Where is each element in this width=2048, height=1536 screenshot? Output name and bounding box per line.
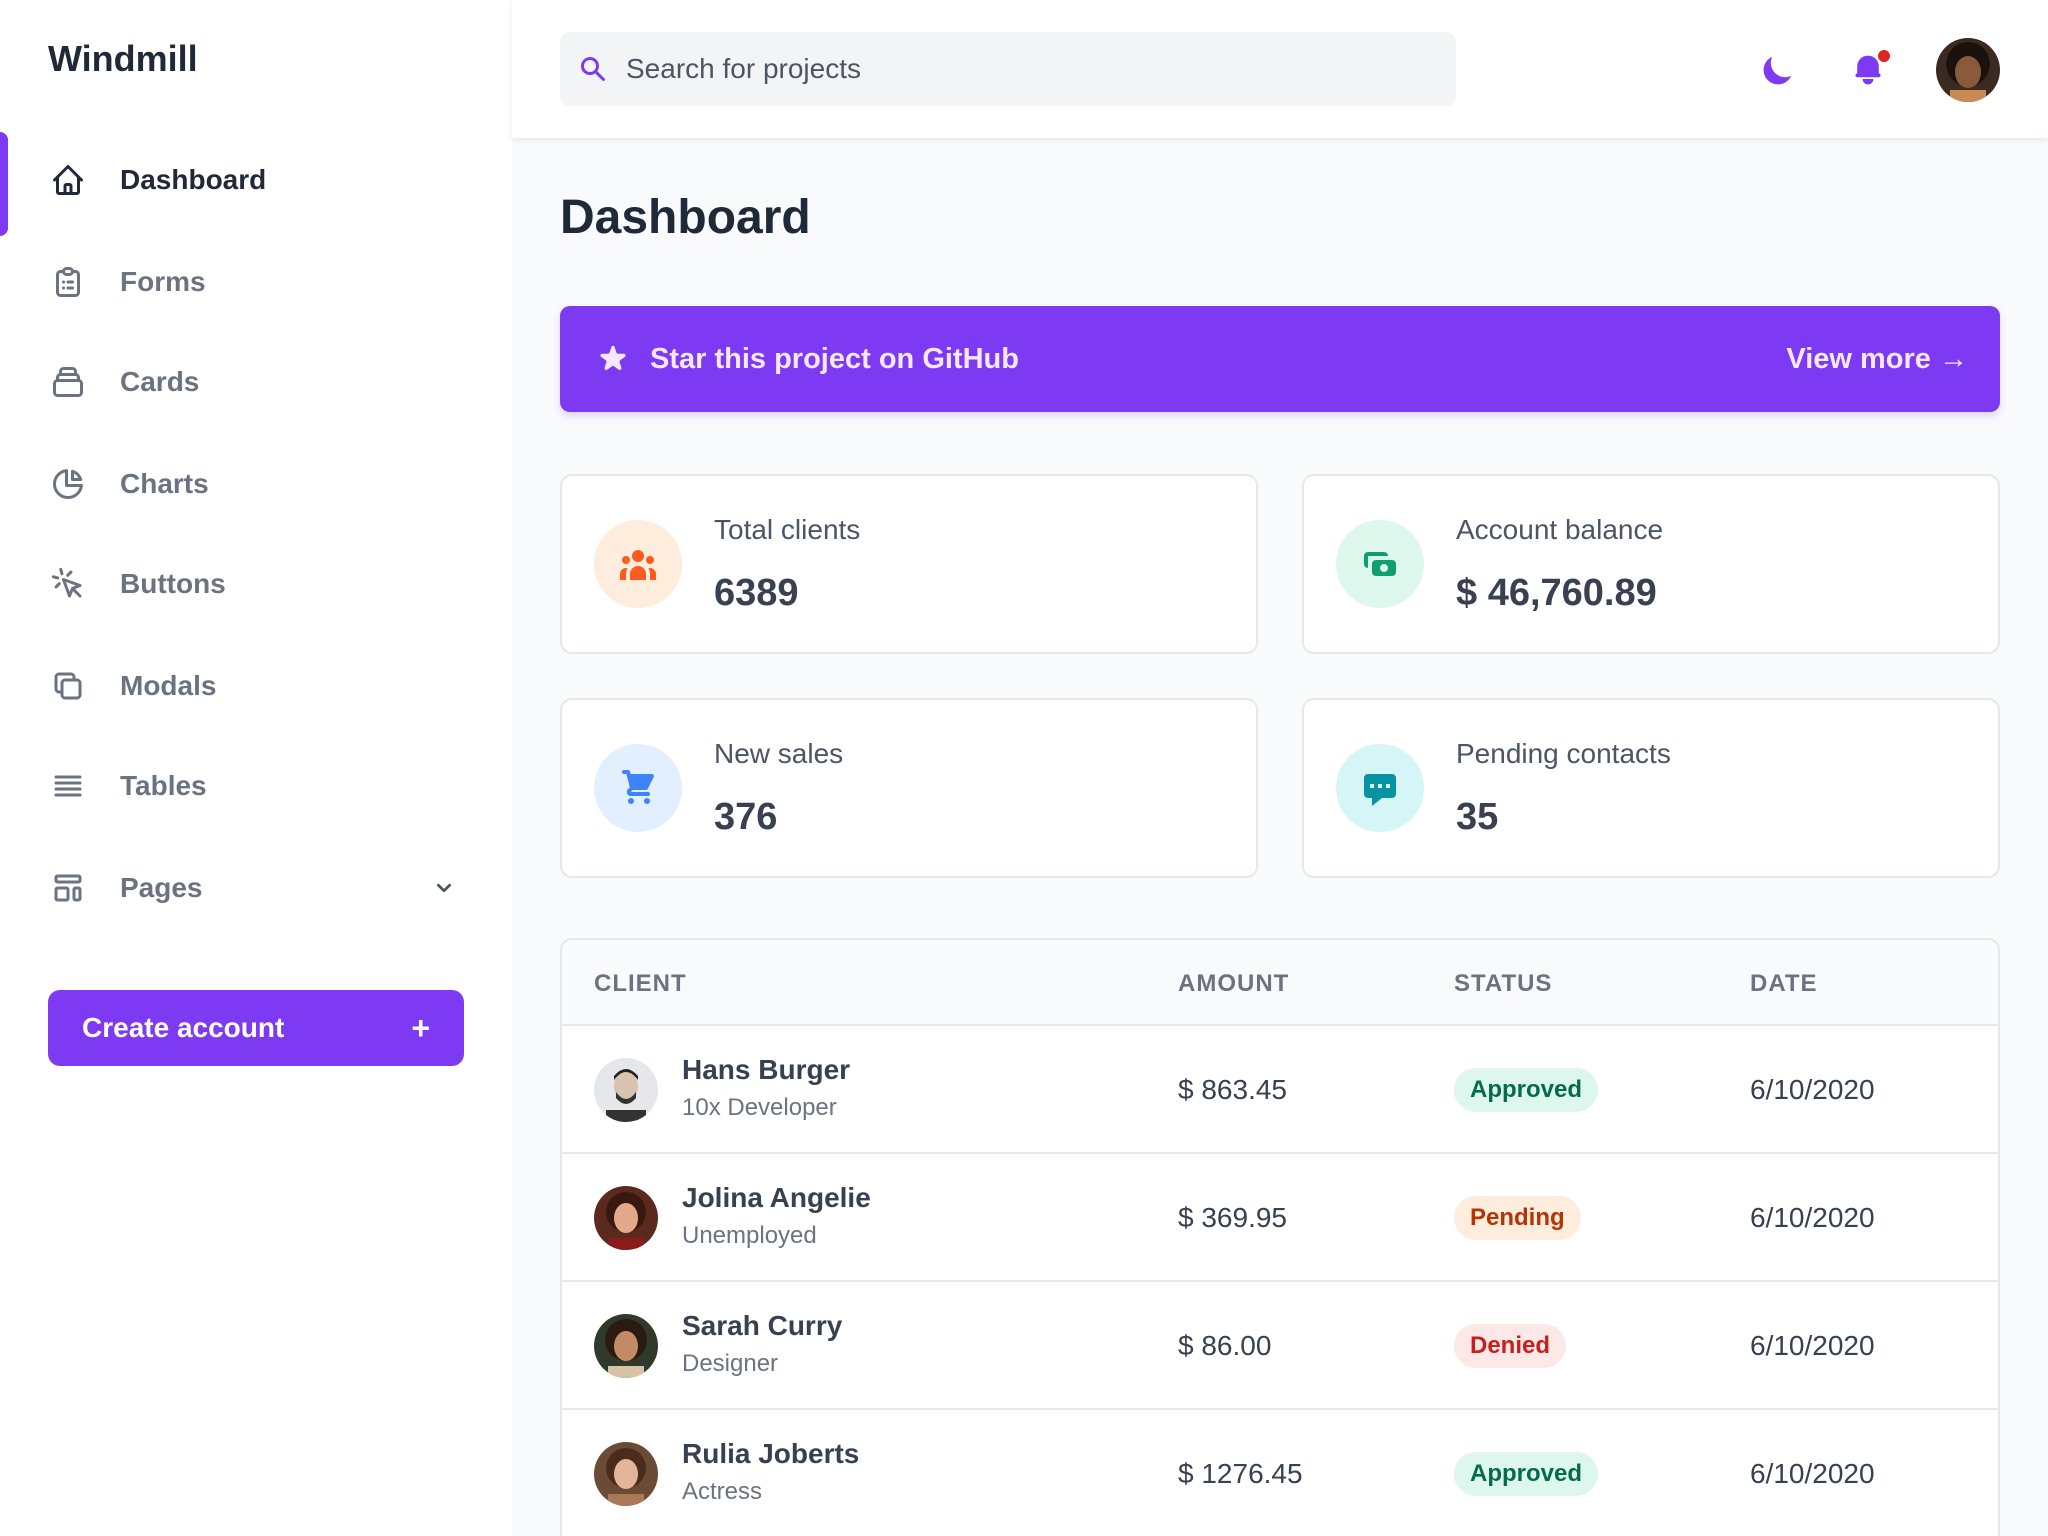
create-account-button[interactable]: Create account + — [48, 990, 464, 1066]
sidebar-item-label: Charts — [120, 468, 209, 499]
cursor-click-icon — [48, 564, 88, 604]
cash-icon — [1364, 552, 1396, 576]
table-row[interactable]: Jolina Angelie Unemployed $ 369.95 Pendi… — [562, 1154, 1998, 1282]
status-badge: Approved — [1454, 1068, 1599, 1112]
template-icon — [48, 868, 88, 908]
sidebar-item-charts[interactable]: Charts — [0, 452, 512, 516]
brand-logo[interactable]: Windmill — [48, 38, 198, 80]
stat-card-total-clients: Total clients 6389 — [560, 474, 1258, 654]
duplicate-icon — [48, 666, 88, 706]
client-avatar — [594, 1314, 658, 1378]
card-icon-circle — [1336, 744, 1424, 832]
sidebar-item-dashboard[interactable]: Dashboard — [0, 148, 512, 212]
status-badge: Pending — [1454, 1196, 1581, 1240]
client-role: Designer — [682, 1350, 779, 1377]
client-avatar — [594, 1058, 658, 1122]
card-value: 6389 — [714, 572, 799, 614]
sidebar-item-forms[interactable]: Forms — [0, 250, 512, 314]
table-header: CLIENT AMOUNT STATUS DATE — [562, 940, 1998, 1026]
card-label: New sales — [714, 738, 844, 769]
client-avatar — [594, 1442, 658, 1506]
stat-card-pending-contacts: Pending contacts 35 — [1302, 698, 2000, 878]
column-header-status: STATUS — [1454, 970, 1553, 997]
client-avatar — [594, 1186, 658, 1250]
column-header-client: CLIENT — [594, 970, 687, 997]
card-label: Account balance — [1456, 514, 1664, 545]
star-icon — [600, 345, 626, 371]
view-more-link[interactable]: View more → — [1786, 343, 1968, 376]
client-role: Unemployed — [682, 1222, 817, 1249]
create-account-label: Create account — [82, 1012, 285, 1043]
search-input[interactable] — [626, 53, 1426, 85]
sidebar-item-pages[interactable]: Pages — [0, 856, 512, 920]
card-icon-circle — [1336, 520, 1424, 608]
pie-chart-icon — [48, 464, 88, 504]
stat-card-account-balance: Account balance $ 46,760.89 — [1302, 474, 2000, 654]
card-label: Pending contacts — [1456, 738, 1671, 769]
amount-cell: $ 369.95 — [1178, 1202, 1287, 1233]
banner-text: Star this project on GitHub — [650, 342, 1019, 375]
sidebar-item-tables[interactable]: Tables — [0, 754, 512, 818]
client-role: 10x Developer — [682, 1094, 837, 1121]
table-row[interactable]: Hans Burger 10x Developer $ 863.45 Appro… — [562, 1026, 1998, 1154]
card-value: 376 — [714, 796, 778, 838]
sidebar-item-label: Pages — [120, 872, 203, 903]
profile-avatar[interactable] — [1936, 38, 2000, 102]
amount-cell: $ 863.45 — [1178, 1074, 1287, 1105]
chevron-down-icon[interactable] — [430, 874, 458, 902]
menu-lines-icon — [48, 766, 88, 806]
plus-icon: + — [411, 1009, 430, 1046]
cart-icon — [622, 770, 654, 804]
top-header — [512, 0, 2048, 138]
card-value: $ 46,760.89 — [1456, 572, 1657, 614]
column-header-date: DATE — [1750, 970, 1818, 997]
column-header-amount: AMOUNT — [1178, 970, 1290, 997]
client-name: Sarah Curry — [682, 1310, 843, 1341]
sidebar-item-buttons[interactable]: Buttons — [0, 552, 512, 616]
client-name: Rulia Joberts — [682, 1438, 860, 1469]
stat-card-new-sales: New sales 376 — [560, 698, 1258, 878]
date-cell: 6/10/2020 — [1750, 1330, 1875, 1361]
client-role: Actress — [682, 1478, 763, 1505]
sidebar-item-label: Cards — [120, 366, 200, 397]
chat-icon — [1364, 774, 1396, 806]
home-icon — [48, 160, 88, 200]
notification-badge — [1876, 48, 1892, 64]
client-name: Jolina Angelie — [682, 1182, 871, 1213]
date-cell: 6/10/2020 — [1750, 1202, 1875, 1233]
sidebar-item-label: Buttons — [120, 568, 226, 599]
clients-table: CLIENT AMOUNT STATUS DATE Hans Burger 10… — [560, 938, 2000, 1536]
sidebar-item-modals[interactable]: Modals — [0, 654, 512, 718]
sidebar-item-label: Modals — [120, 670, 217, 701]
moon-icon — [1763, 56, 1792, 85]
search-icon — [581, 56, 605, 81]
table-row[interactable]: Rulia Joberts Actress $ 1276.45 Approved… — [562, 1410, 1998, 1536]
status-badge: Denied — [1454, 1324, 1567, 1368]
card-icon-circle — [594, 520, 682, 608]
table-row[interactable]: Sarah Curry Designer $ 86.00 Denied 6/10… — [562, 1282, 1998, 1410]
search-bar[interactable] — [560, 32, 1456, 106]
sidebar-item-label: Dashboard — [120, 164, 267, 195]
status-badge: Approved — [1454, 1452, 1599, 1496]
card-label: Total clients — [714, 514, 861, 545]
amount-cell: $ 86.00 — [1178, 1330, 1272, 1361]
card-icon-circle — [594, 744, 682, 832]
client-name: Hans Burger — [682, 1054, 851, 1085]
card-value: 35 — [1456, 796, 1499, 838]
github-banner[interactable]: Star this project on GitHub View more → — [560, 306, 2000, 412]
date-cell: 6/10/2020 — [1750, 1458, 1875, 1489]
date-cell: 6/10/2020 — [1750, 1074, 1875, 1105]
clipboard-icon — [48, 262, 88, 302]
amount-cell: $ 1276.45 — [1178, 1458, 1303, 1489]
cards-icon — [48, 362, 88, 402]
page-title: Dashboard — [560, 191, 811, 244]
theme-toggle-button[interactable] — [1756, 48, 1800, 92]
sidebar: Windmill Dashboard Forms Cards Charts Bu… — [0, 0, 512, 1536]
sidebar-item-label: Tables — [120, 770, 207, 801]
sidebar-item-cards[interactable]: Cards — [0, 350, 512, 414]
sidebar-item-label: Forms — [120, 266, 206, 297]
users-icon — [620, 550, 656, 580]
